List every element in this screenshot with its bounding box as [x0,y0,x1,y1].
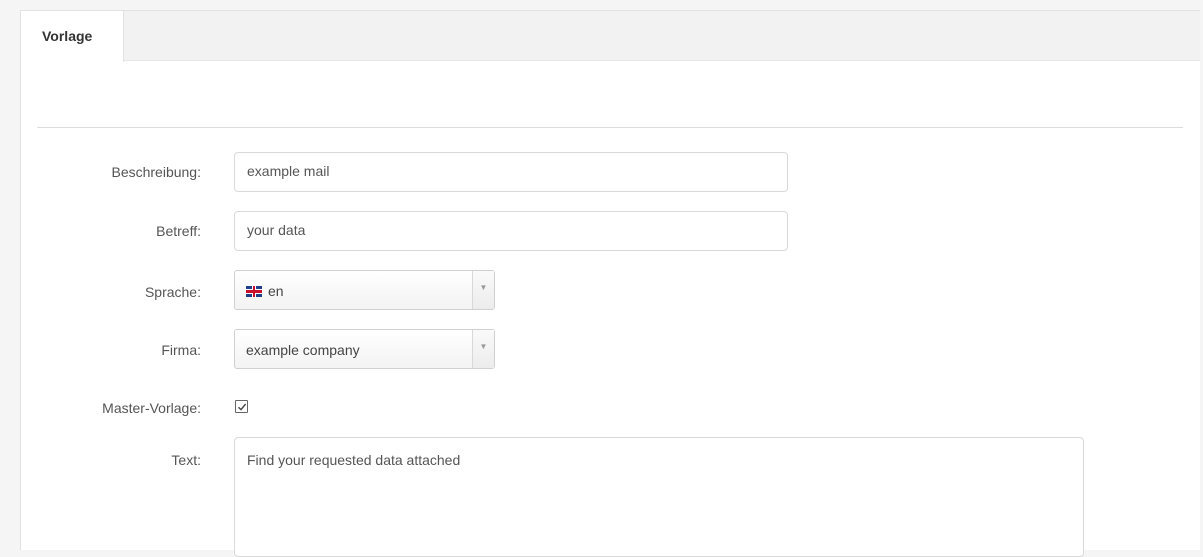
tab-bar: Vorlage [21,11,1200,62]
chevron-down-icon[interactable]: ▼ [472,271,494,309]
company-value: example company [246,342,360,358]
checkmark-icon [238,403,247,411]
company-label: Firma: [161,342,201,358]
text-label: Text: [171,452,201,468]
subject-label: Betreff: [156,223,201,239]
master-template-checkbox[interactable] [235,400,248,413]
form-panel: Vorlage Beschreibung: example mail Betre… [20,10,1200,557]
master-template-label: Master-Vorlage: [102,400,201,416]
divider [37,127,1183,128]
subject-input[interactable]: your data [234,211,788,251]
description-input[interactable]: example mail [234,152,788,192]
language-label: Sprache: [144,284,201,300]
text-area[interactable]: Find your requested data attached [234,437,1084,557]
chevron-down-icon[interactable]: ▼ [472,330,494,368]
uk-flag-icon [246,285,262,297]
language-value: en [268,283,284,299]
tab-vorlage[interactable]: Vorlage [21,11,124,62]
language-select[interactable]: en ▼ [234,270,495,310]
company-select[interactable]: example company ▼ [234,329,495,369]
description-label: Beschreibung: [111,164,201,180]
